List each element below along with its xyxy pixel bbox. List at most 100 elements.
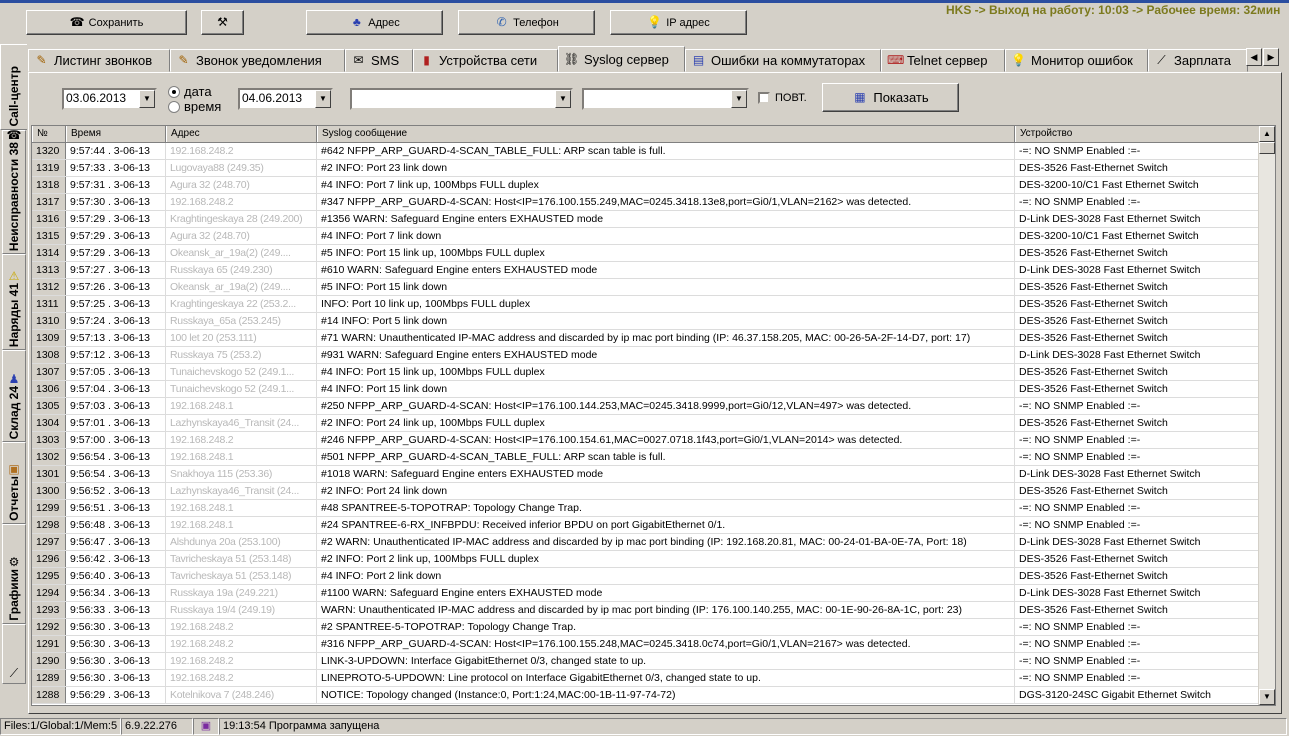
chevron-down-icon[interactable]: ▼	[315, 90, 331, 108]
side-tab-extra[interactable]: ⟋	[2, 624, 26, 684]
cell-number: 1304	[32, 415, 66, 431]
ip-address-button[interactable]: 💡 IP адрес	[610, 10, 747, 35]
phone-icon: ✆	[496, 15, 507, 29]
table-row[interactable]: 1319 9:57:33 . 3-06-13 Lugovaya88 (249.35)…	[32, 160, 1259, 177]
cell-number: 1302	[32, 449, 66, 465]
table-row[interactable]: 1313 9:57:27 . 3-06-13 Russkaya 65 (249.23…	[32, 262, 1259, 279]
side-tab-warehouse[interactable]: ♟ Склад 24	[2, 350, 26, 442]
table-row[interactable]: 1293 9:56:33 . 3-06-13 Russkaya 19/4 (249.…	[32, 602, 1259, 619]
cell-time: 9:57:24 . 3-06-13	[66, 313, 166, 329]
chevron-down-icon[interactable]: ▼	[555, 90, 571, 108]
tab-switch-errors[interactable]: ▤ Ошибки на коммутаторах	[685, 49, 881, 72]
table-row[interactable]: 1311 9:57:25 . 3-06-13 Kraghtingeskaya 22 …	[32, 296, 1259, 313]
radio-time[interactable]: время	[168, 99, 221, 114]
radio-date-circle[interactable]	[168, 85, 180, 98]
tab-syslog-server[interactable]: ⛓ Syslog сервер	[558, 46, 685, 72]
workers-icon: ♟	[8, 371, 20, 386]
cell-device: -=: NO SNMP Enabled :=-	[1015, 432, 1259, 448]
radio-time-circle[interactable]	[168, 100, 180, 113]
table-row[interactable]: 1315 9:57:29 . 3-06-13 Agura 32 (248.70) #4…	[32, 228, 1259, 245]
table-row[interactable]: 1318 9:57:31 . 3-06-13 Agura 32 (248.70) #4…	[32, 177, 1259, 194]
table-row[interactable]: 1291 9:56:30 . 3-06-13 192.168.248.2 #316 N…	[32, 636, 1259, 653]
side-tab-reports[interactable]: ▣ Отчеты	[2, 442, 26, 524]
column-header-number[interactable]: №	[32, 126, 66, 142]
table-row[interactable]: 1312 9:57:26 . 3-06-13 Okeansk_ar_19a(2) (…	[32, 279, 1259, 296]
chevron-down-icon[interactable]: ▼	[731, 90, 747, 108]
table-row[interactable]: 1297 9:56:47 . 3-06-13 Alshdunya 20a (253.…	[32, 534, 1259, 551]
cell-address: 192.168.248.2	[166, 670, 317, 686]
side-tab-call-center[interactable]: Call-центр	[0, 44, 27, 130]
table-row[interactable]: 1314 9:57:29 . 3-06-13 Okeansk_ar_19a(2) (…	[32, 245, 1259, 262]
side-tab-orders[interactable]: ⚠ Наряды 41	[2, 254, 26, 350]
date-to-picker[interactable]: 04.06.2013 ▼	[238, 88, 333, 110]
save-button[interactable]: ☎ Сохранить	[26, 10, 187, 35]
save-button-label: Сохранить	[88, 16, 144, 29]
table-row[interactable]: 1308 9:57:12 . 3-06-13 Russkaya 75 (253.2)…	[32, 347, 1259, 364]
repeat-checkbox[interactable]: ПОВТ.	[758, 92, 807, 104]
status-files: Files:1/Global:1/Mem:5	[0, 718, 121, 735]
side-tab-faults[interactable]: ☎ Неисправности 38	[2, 128, 26, 254]
repeat-checkbox-box[interactable]	[758, 92, 770, 104]
tab-network-devices[interactable]: ▮ Устройства сети	[413, 49, 558, 72]
tab-call-listing[interactable]: ✎ Листинг звонков	[28, 49, 170, 72]
table-row[interactable]: 1296 9:56:42 . 3-06-13 Tavricheskaya 51 (2…	[32, 551, 1259, 568]
table-row[interactable]: 1302 9:56:54 . 3-06-13 192.168.248.1 #501 N…	[32, 449, 1259, 466]
network-icon: ⛓	[564, 51, 580, 66]
table-row[interactable]: 1299 9:56:51 . 3-06-13 192.168.248.1 #48 SP…	[32, 500, 1259, 517]
radio-date[interactable]: дата	[168, 84, 212, 99]
book-icon: ▮	[423, 53, 430, 67]
table-row[interactable]: 1320 9:57:44 . 3-06-13 192.168.248.2 #642 N…	[32, 143, 1259, 160]
table-row[interactable]: 1309 9:57:13 . 3-06-13 100 let 20 (253.111…	[32, 330, 1259, 347]
table-row[interactable]: 1289 9:56:30 . 3-06-13 192.168.248.2 LINEPR…	[32, 670, 1259, 687]
device-filter-combo[interactable]: ▼	[582, 88, 749, 110]
table-row[interactable]: 1305 9:57:03 . 3-06-13 192.168.248.1 #250 N…	[32, 398, 1259, 415]
phone-button[interactable]: ✆ Телефон	[458, 10, 595, 35]
table-row[interactable]: 1294 9:56:34 . 3-06-13 Russkaya 19a (249.2…	[32, 585, 1259, 602]
cell-address: Tunaichevskogo 52 (249.1...	[166, 364, 317, 380]
table-row[interactable]: 1304 9:57:01 . 3-06-13 Lazhynskaya46_Trans…	[32, 415, 1259, 432]
cell-number: 1294	[32, 585, 66, 601]
cell-address: Tunaichevskogo 52 (249.1...	[166, 381, 317, 397]
address-filter-combo[interactable]: ▼	[350, 88, 573, 110]
chevron-down-icon[interactable]: ▼	[139, 90, 155, 108]
table-row[interactable]: 1300 9:56:52 . 3-06-13 Lazhynskaya46_Trans…	[32, 483, 1259, 500]
address-button[interactable]: ♣ Адрес	[306, 10, 443, 35]
table-row[interactable]: 1295 9:56:40 . 3-06-13 Tavricheskaya 51 (2…	[32, 568, 1259, 585]
show-button[interactable]: ▦ Показать	[822, 83, 959, 112]
date-from-picker[interactable]: 03.06.2013 ▼	[62, 88, 157, 110]
table-scrollbar[interactable]: ▲ ▼	[1258, 126, 1275, 705]
column-header-message[interactable]: Syslog сообщение	[317, 126, 1015, 142]
syslog-table[interactable]: № Время Адрес Syslog сообщение Устройств…	[31, 125, 1276, 706]
cell-device: -=: NO SNMP Enabled :=-	[1015, 619, 1259, 635]
table-row[interactable]: 1301 9:56:54 . 3-06-13 Snakhoya 115 (253.3…	[32, 466, 1259, 483]
tab-notification-call[interactable]: ✎ Звонок уведомления	[170, 49, 345, 72]
table-row[interactable]: 1307 9:57:05 . 3-06-13 Tunaichevskogo 52 (…	[32, 364, 1259, 381]
table-row[interactable]: 1288 9:56:29 . 3-06-13 Kotelnikova 7 (248.…	[32, 687, 1259, 704]
tab-telnet-server[interactable]: ⌨ Telnet сервер	[881, 49, 1005, 72]
table-row[interactable]: 1306 9:57:04 . 3-06-13 Tunaichevskogo 52 (…	[32, 381, 1259, 398]
column-header-device[interactable]: Устройство	[1015, 126, 1259, 142]
tab-scroll-left-button[interactable]: ◀	[1246, 48, 1262, 66]
table-row[interactable]: 1303 9:57:00 . 3-06-13 192.168.248.2 #246 N…	[32, 432, 1259, 449]
tab-scroll-right-button[interactable]: ▶	[1263, 48, 1279, 66]
cell-message: #347 NFPP_ARP_GUARD-4-SCAN: Host<IP=176.…	[317, 194, 1015, 210]
tab-error-monitor[interactable]: 💡 Монитор ошибок	[1005, 49, 1148, 72]
tab-sms[interactable]: ✉ SMS	[345, 49, 413, 72]
cell-time: 9:57:26 . 3-06-13	[66, 279, 166, 295]
column-header-address[interactable]: Адрес	[166, 126, 317, 142]
scroll-up-button[interactable]: ▲	[1259, 126, 1275, 142]
table-row[interactable]: 1290 9:56:30 . 3-06-13 192.168.248.2 LINK-3…	[32, 653, 1259, 670]
column-header-time[interactable]: Время	[66, 126, 166, 142]
scroll-down-button[interactable]: ▼	[1259, 689, 1275, 705]
table-row[interactable]: 1298 9:56:48 . 3-06-13 192.168.248.1 #24 SP…	[32, 517, 1259, 534]
table-row[interactable]: 1310 9:57:24 . 3-06-13 Russkaya_65a (253.2…	[32, 313, 1259, 330]
table-row[interactable]: 1316 9:57:29 . 3-06-13 Kraghtingeskaya 28 …	[32, 211, 1259, 228]
table-row[interactable]: 1317 9:57:30 . 3-06-13 192.168.248.2 #347 N…	[32, 194, 1259, 211]
scroll-thumb[interactable]	[1259, 142, 1275, 154]
table-row[interactable]: 1292 9:56:30 . 3-06-13 192.168.248.2 #2 SPA…	[32, 619, 1259, 636]
tools-button[interactable]: ⚒	[201, 10, 244, 35]
cell-message: #1100 WARN: Safeguard Engine enters EXHA…	[317, 585, 1015, 601]
tab-salary[interactable]: ⟋ Зарплата	[1148, 49, 1248, 72]
tab-bar: ✎ Листинг звонков ✎ Звонок уведомления ✉ SM…	[28, 46, 1282, 72]
side-tab-charts[interactable]: ⚙ Графики	[2, 524, 26, 624]
